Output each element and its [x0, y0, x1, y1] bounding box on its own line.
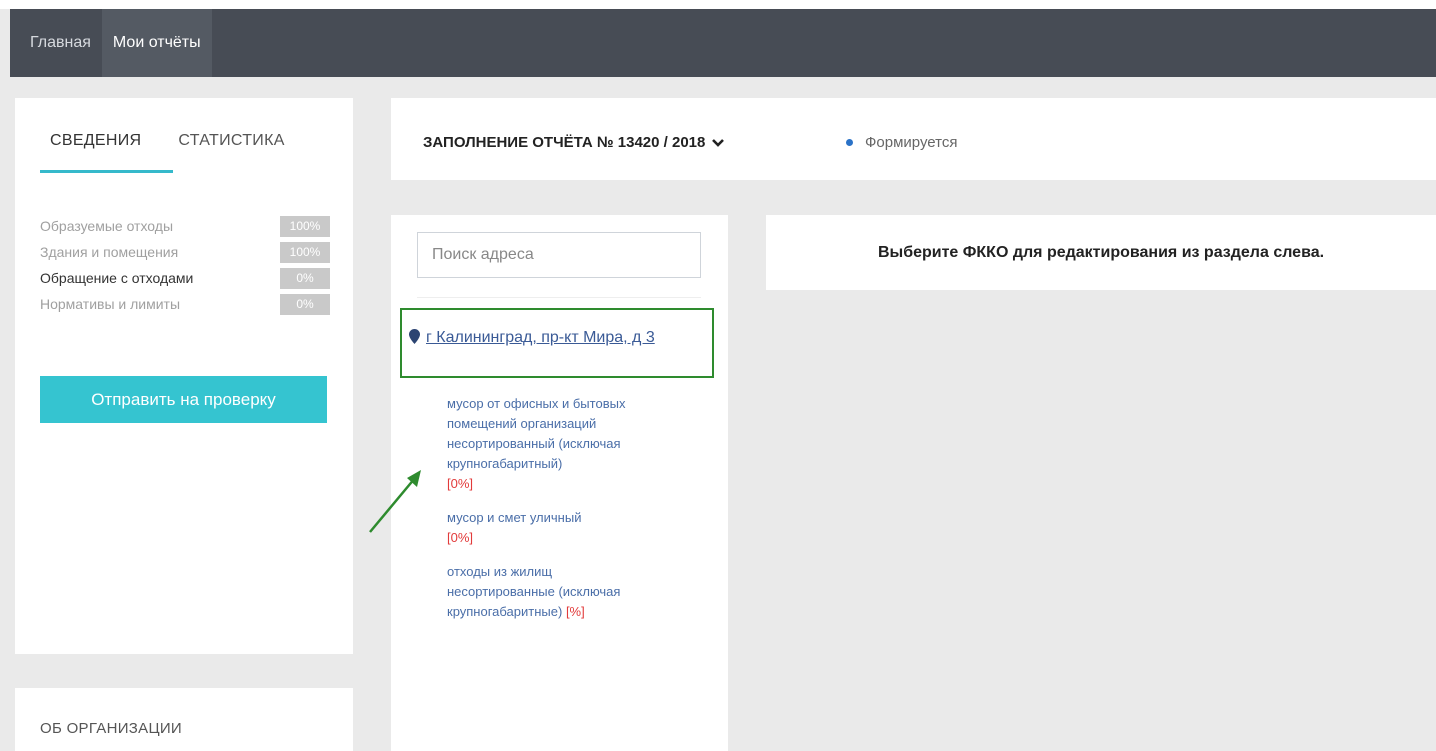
tab-statistics[interactable]: СТАТИСТИКА [178, 132, 284, 150]
tab-info-label: СВЕДЕНИЯ [50, 132, 142, 149]
nav-item-label: Мои отчёты [112, 34, 201, 51]
report-status: Формируется [846, 134, 957, 151]
address-search-input[interactable] [417, 232, 701, 278]
nav-item-label: Главная [30, 34, 91, 51]
status-dot-icon [846, 139, 853, 146]
fkko-name: мусор от офисных и бытовых помещений орг… [447, 396, 626, 471]
section-percent-badge: 0% [280, 267, 330, 289]
status-label: Формируется [865, 134, 958, 151]
section-label: Нормативы и лимиты [40, 296, 181, 312]
fkko-percent: [0%] [447, 476, 474, 491]
nav-item-home[interactable]: Главная [10, 9, 102, 77]
chevron-down-icon [712, 138, 725, 147]
report-selector[interactable]: ЗАПОЛНЕНИЕ ОТЧЁТА № 13420 / 2018 [423, 134, 725, 151]
fkko-item[interactable]: мусор от офисных и бытовых помещений орг… [447, 394, 647, 494]
fkko-item[interactable]: отходы из жилищ несортированные (исключа… [447, 562, 647, 622]
address-panel: г Калининград, пр-кт Мира, д 3 мусор от … [391, 215, 728, 751]
top-strip [0, 0, 1436, 9]
active-tab-underline [40, 170, 173, 173]
address-link[interactable]: г Калининград, пр-кт Мира, д 3 [409, 327, 714, 349]
info-tabs: СВЕДЕНИЯ СТАТИСТИКА [40, 132, 285, 173]
section-percent-badge: 100% [280, 241, 330, 263]
send-for-review-button[interactable]: Отправить на проверку [40, 376, 327, 423]
fkko-item[interactable]: мусор и смет уличный [0%] [447, 508, 647, 548]
map-pin-icon [409, 329, 420, 344]
section-progress-list: Образуемые отходы 100% Здания и помещени… [40, 206, 330, 324]
section-label: Здания и помещения [40, 244, 179, 260]
fkko-list: мусор от офисных и бытовых помещений орг… [447, 394, 647, 636]
organization-panel[interactable]: ОБ ОРГАНИЗАЦИИ [15, 688, 353, 751]
address-text: г Калининград, пр-кт Мира, д 3 [426, 329, 655, 346]
tab-info[interactable]: СВЕДЕНИЯ [40, 132, 173, 173]
section-label: Обращение с отходами [40, 270, 194, 286]
report-header-panel: ЗАПОЛНЕНИЕ ОТЧЁТА № 13420 / 2018 Формиру… [391, 98, 1436, 180]
fkko-percent: [0%] [447, 530, 474, 545]
tab-statistics-label: СТАТИСТИКА [178, 132, 285, 149]
organization-title: ОБ ОРГАНИЗАЦИИ [40, 720, 183, 737]
editor-hint: Выберите ФККО для редактирования из разд… [877, 243, 1325, 261]
section-percent-badge: 100% [280, 215, 330, 237]
editor-panel: Выберите ФККО для редактирования из разд… [766, 215, 1436, 290]
report-title: ЗАПОЛНЕНИЕ ОТЧЁТА № 13420 / 2018 [423, 134, 706, 151]
fkko-name: мусор и смет уличный [447, 510, 582, 525]
fkko-percent: [%] [565, 604, 585, 619]
nav-item-my-reports[interactable]: Мои отчёты [101, 9, 212, 77]
info-panel: СВЕДЕНИЯ СТАТИСТИКА Образуемые отходы 10… [15, 98, 353, 654]
section-item-norms-limits[interactable]: Нормативы и лимиты 0% [40, 284, 330, 324]
divider [417, 297, 701, 298]
section-percent-badge: 0% [280, 293, 330, 315]
fkko-name: отходы из жилищ несортированные (исключа… [447, 564, 621, 619]
section-label: Образуемые отходы [40, 218, 174, 234]
top-navbar: Главная Мои отчёты [10, 9, 1436, 77]
